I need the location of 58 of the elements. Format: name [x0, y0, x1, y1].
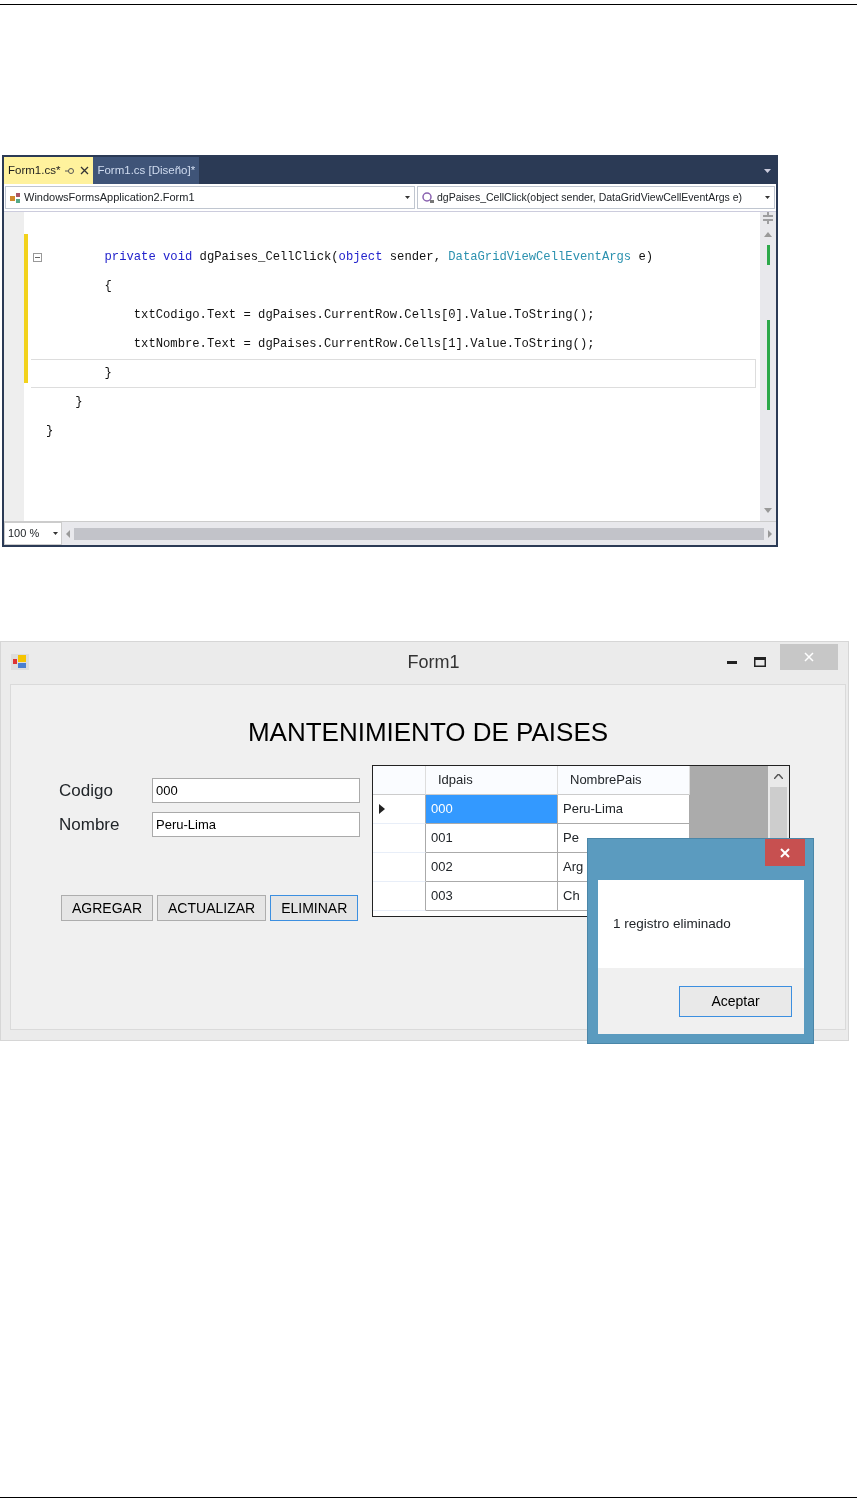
action-button[interactable]: ACTUALIZAR: [157, 895, 267, 921]
code-line: }: [31, 359, 756, 388]
close-icon: [804, 652, 814, 662]
table-cell: 000: [426, 795, 558, 824]
column-header[interactable]: NombrePais: [558, 766, 690, 795]
form-heading: MANTENIMIENTO DE PAISES: [246, 716, 610, 749]
dropdown-icon: [53, 532, 58, 535]
table-cell: 001: [426, 824, 558, 853]
code-line: private void dgPaises_CellClick(object sender, DataGridViewCellEventArgs e): [31, 243, 760, 272]
scrollbar-thumb[interactable]: [74, 527, 764, 540]
method-icon: [422, 192, 434, 203]
column-header[interactable]: Idpais: [426, 766, 558, 795]
code-line: }: [74, 394, 84, 411]
row-header[interactable]: [373, 795, 426, 824]
row-header[interactable]: [373, 853, 426, 882]
action-button[interactable]: AGREGAR: [61, 895, 153, 921]
collapse-icon[interactable]: [33, 253, 42, 262]
zoom-combo[interactable]: 100 %: [4, 522, 62, 545]
maximize-icon: [754, 657, 766, 667]
text-field[interactable]: Peru-Lima: [152, 811, 360, 837]
dialog-message: 1 registro eliminado: [613, 916, 731, 931]
scroll-left-icon[interactable]: [66, 529, 70, 538]
scroll-up-icon[interactable]: [774, 774, 783, 779]
app-icon: [11, 654, 29, 670]
code-line: txtNombre.Text = dgPaises.CurrentRow.Cells[1].Value.ToString();: [132, 336, 596, 353]
change-marker: [766, 245, 770, 265]
dropdown-icon: [765, 196, 770, 199]
close-button[interactable]: [765, 839, 805, 866]
scroll-right-icon[interactable]: [768, 529, 772, 538]
editor-tab[interactable]: Form1.cs [Diseño]*: [93, 157, 200, 184]
ok-button[interactable]: Aceptar: [679, 985, 792, 1017]
row-header[interactable]: [373, 824, 426, 853]
close-icon[interactable]: [80, 166, 90, 175]
row-header[interactable]: [373, 882, 426, 911]
table-cell: 003: [426, 882, 558, 911]
scroll-down-icon[interactable]: [764, 508, 772, 513]
action-button[interactable]: ELIMINAR: [270, 895, 359, 921]
code-line: txtCodigo.Text = dgPaises.CurrentRow.Cells[0].Value.ToString();: [132, 307, 596, 324]
dropdown-icon: [405, 196, 410, 199]
pin-icon: [65, 166, 76, 175]
editor-tab[interactable]: Form1.cs*: [4, 157, 94, 184]
minimize-icon: [727, 660, 737, 664]
code-line: {: [103, 278, 113, 295]
close-icon: [780, 847, 790, 858]
class-selector[interactable]: WindowsFormsApplication2.Form1: [5, 186, 415, 209]
split-icon[interactable]: [763, 212, 773, 224]
table-cell: 002: [426, 853, 558, 882]
table-cell: Peru-Lima: [558, 795, 690, 824]
row-header-corner: [373, 766, 426, 795]
text-field[interactable]: 000: [152, 778, 360, 804]
member-selector[interactable]: dgPaises_CellClick(object sender, DataGridViewCellEventArgs e): [417, 186, 775, 209]
class-icon: [10, 192, 21, 203]
code-line: }: [45, 423, 55, 440]
field-label: Nombre: [59, 813, 121, 836]
field-label: Codigo: [59, 780, 114, 802]
dropdown-icon[interactable]: [764, 169, 771, 173]
window-title: Form1: [406, 650, 461, 674]
current-row-icon: [379, 804, 385, 814]
